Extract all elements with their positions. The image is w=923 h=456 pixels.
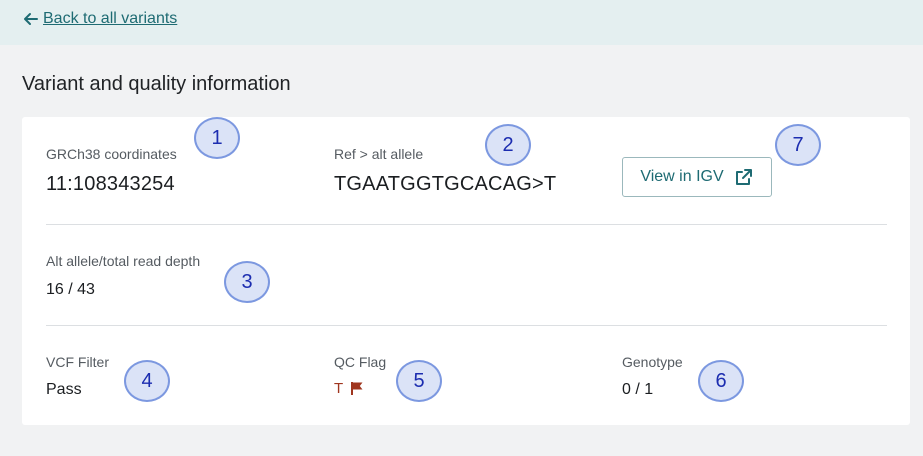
section-divider bbox=[46, 325, 887, 326]
vcf-filter-label: VCF Filter bbox=[46, 354, 109, 370]
coordinates-value: 11:108343254 bbox=[46, 173, 175, 195]
genotype-value: 0 / 1 bbox=[622, 381, 654, 398]
callout-6: 6 bbox=[698, 360, 744, 402]
arrow-left-icon bbox=[24, 13, 38, 25]
vcf-filter-value: Pass bbox=[46, 381, 82, 398]
callout-2: 2 bbox=[485, 124, 531, 166]
back-to-variants-link[interactable]: Back to all variants bbox=[22, 10, 177, 28]
back-link-label[interactable]: Back to all variants bbox=[43, 10, 177, 28]
coordinates-label: GRCh38 coordinates bbox=[46, 146, 177, 162]
qc-flag-value: T bbox=[334, 380, 363, 397]
read-depth-label: Alt allele/total read depth bbox=[46, 253, 201, 269]
genotype-label: Genotype bbox=[622, 354, 683, 370]
page-title: Variant and quality information bbox=[22, 73, 291, 95]
external-link-icon bbox=[735, 169, 752, 185]
read-depth-value: 16 / 43 bbox=[46, 281, 95, 298]
allele-value: TGAATGGTGCACAG>T bbox=[334, 173, 557, 195]
view-in-igv-label: View in IGV bbox=[640, 168, 724, 185]
callout-7: 7 bbox=[775, 124, 821, 166]
callout-3: 3 bbox=[224, 261, 270, 303]
qc-flag-text: T bbox=[334, 380, 344, 397]
qc-flag-label: QC Flag bbox=[334, 354, 387, 370]
flag-icon bbox=[351, 382, 363, 395]
callout-1: 1 bbox=[194, 117, 240, 159]
callout-5: 5 bbox=[396, 360, 442, 402]
view-in-igv-button[interactable]: View in IGV bbox=[622, 157, 772, 197]
allele-label: Ref > alt allele bbox=[334, 146, 424, 162]
callout-4: 4 bbox=[124, 360, 170, 402]
top-nav-bar: Back to all variants bbox=[0, 0, 923, 45]
section-divider bbox=[46, 224, 887, 225]
